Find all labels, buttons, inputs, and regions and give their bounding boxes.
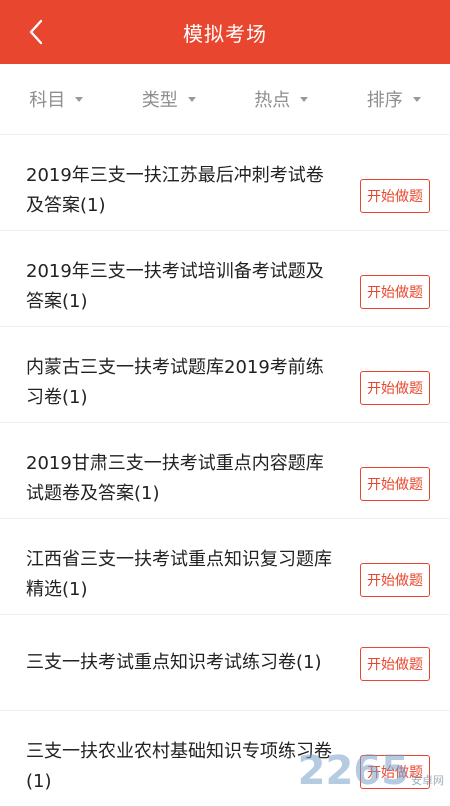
- start-exam-button[interactable]: 开始做题: [360, 467, 430, 501]
- page-title: 模拟考场: [183, 18, 267, 47]
- filter-label: 科目: [29, 86, 65, 112]
- start-exam-button[interactable]: 开始做题: [360, 647, 430, 681]
- exam-list: 2019年三支一扶江苏最后冲刺考试卷及答案(1) 开始做题 2019年三支一扶考…: [0, 134, 450, 806]
- caret-down-icon: [75, 97, 83, 102]
- list-item[interactable]: 江西省三支一扶考试重点知识复习题库精选(1) 开始做题: [0, 518, 450, 614]
- start-exam-button[interactable]: 开始做题: [360, 371, 430, 405]
- filter-label: 类型: [142, 86, 178, 112]
- start-exam-button[interactable]: 开始做题: [360, 275, 430, 309]
- exam-title: 江西省三支一扶考试重点知识复习题库精选(1): [26, 545, 336, 605]
- start-exam-button[interactable]: 开始做题: [360, 179, 430, 213]
- exam-title: 2019年三支一扶考试培训备考试题及答案(1): [26, 257, 336, 317]
- caret-down-icon: [300, 97, 308, 102]
- watermark-text: 2265: [298, 748, 409, 794]
- watermark-sub: 安卓网: [411, 774, 444, 787]
- caret-down-icon: [413, 97, 421, 102]
- exam-title: 三支一扶考试重点知识考试练习卷(1): [26, 648, 336, 678]
- list-item[interactable]: 内蒙古三支一扶考试题库2019考前练习卷(1) 开始做题: [0, 326, 450, 422]
- list-item[interactable]: 2019甘肃三支一扶考试重点内容题库试题卷及答案(1) 开始做题: [0, 422, 450, 518]
- filter-label: 排序: [367, 86, 403, 112]
- filter-label: 热点: [254, 86, 290, 112]
- top-bar: 模拟考场: [0, 0, 450, 64]
- watermark-logo: 2265安卓网: [298, 748, 444, 794]
- chevron-left-icon: [28, 19, 44, 45]
- caret-down-icon: [188, 97, 196, 102]
- list-item[interactable]: 2019年三支一扶考试培训备考试题及答案(1) 开始做题: [0, 230, 450, 326]
- exam-title: 2019甘肃三支一扶考试重点内容题库试题卷及答案(1): [26, 449, 336, 509]
- start-exam-button[interactable]: 开始做题: [360, 563, 430, 597]
- filter-sort[interactable]: 排序: [338, 86, 450, 112]
- back-button[interactable]: [22, 18, 50, 46]
- filter-subject[interactable]: 科目: [0, 86, 113, 112]
- filter-hot[interactable]: 热点: [225, 86, 338, 112]
- list-item[interactable]: 三支一扶考试重点知识考试练习卷(1) 开始做题: [0, 614, 450, 710]
- filter-bar: 科目 类型 热点 排序: [0, 64, 450, 134]
- exam-title: 三支一扶农业农村基础知识专项练习卷(1): [26, 737, 336, 797]
- exam-title: 内蒙古三支一扶考试题库2019考前练习卷(1): [26, 353, 336, 413]
- list-item[interactable]: 2019年三支一扶江苏最后冲刺考试卷及答案(1) 开始做题: [0, 134, 450, 230]
- exam-title: 2019年三支一扶江苏最后冲刺考试卷及答案(1): [26, 161, 336, 221]
- filter-type[interactable]: 类型: [113, 86, 226, 112]
